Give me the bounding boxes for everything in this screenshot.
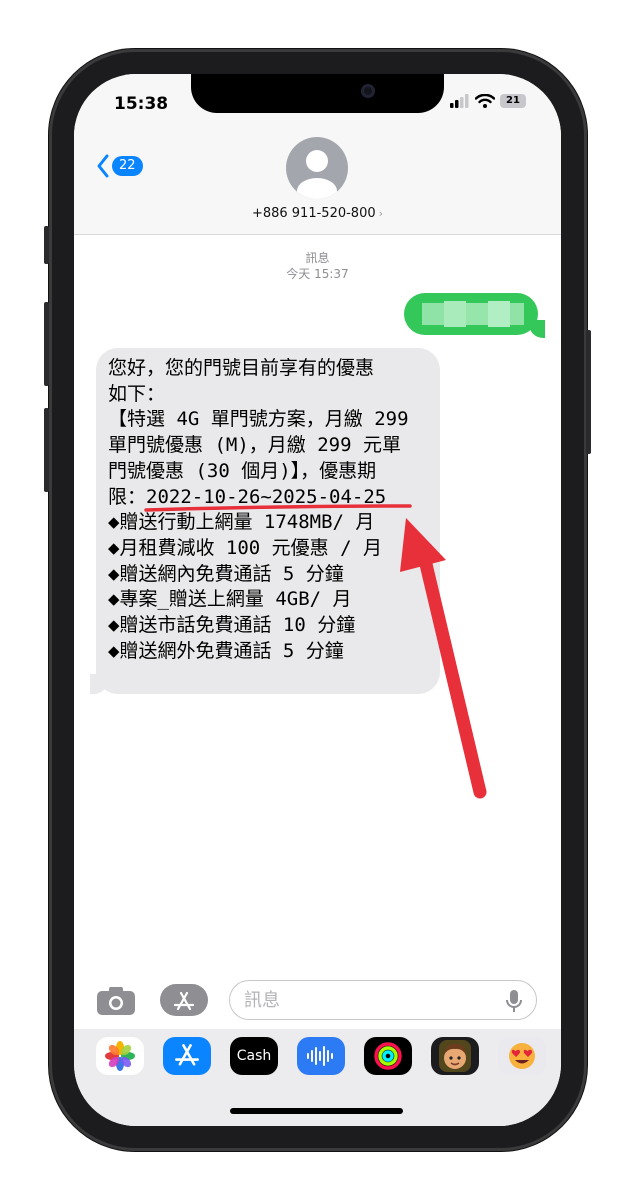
annotation-arrow-head: [400, 518, 446, 572]
annotation-overlay: [144, 504, 487, 799]
highlight-underline: [144, 504, 412, 512]
annotation-arrow-shaft: [418, 553, 487, 799]
